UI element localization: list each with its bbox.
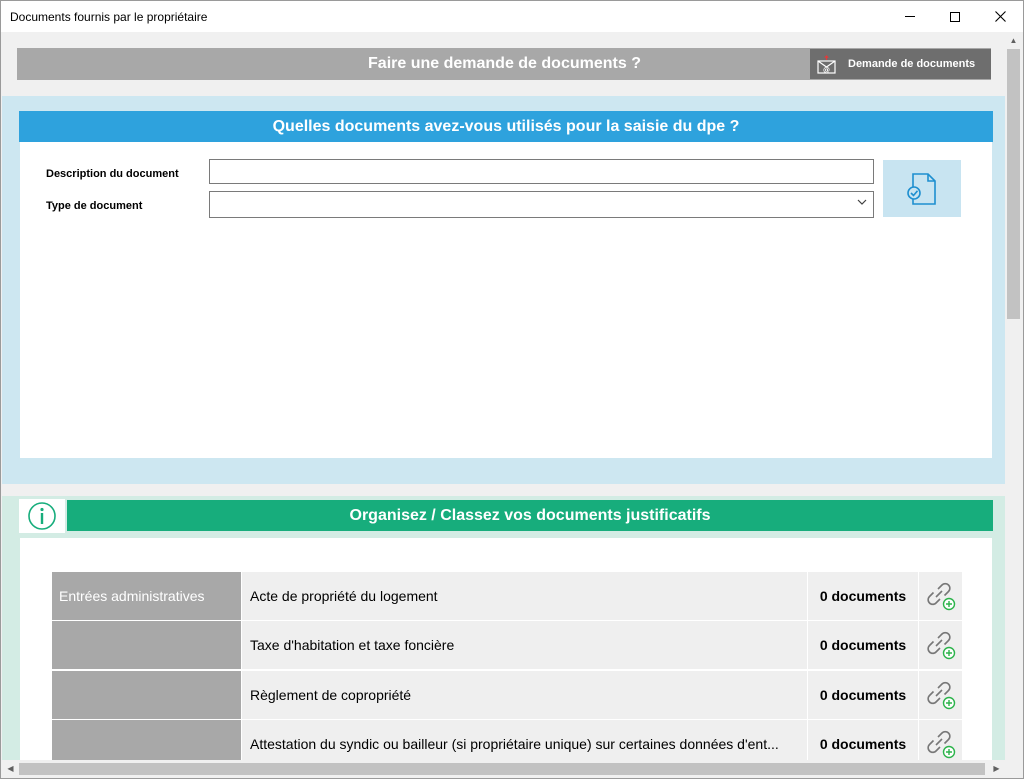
link-document-button[interactable] bbox=[919, 621, 962, 669]
content-area: Faire une demande de documents ? @ Deman… bbox=[2, 32, 1005, 760]
row-category bbox=[52, 621, 241, 669]
link-add-icon bbox=[926, 582, 955, 611]
request-documents-label: Demande de documents bbox=[848, 58, 976, 70]
description-label: Description du document bbox=[46, 168, 179, 180]
request-documents-button[interactable]: @ Demande de documents bbox=[810, 49, 991, 79]
minimize-icon bbox=[905, 16, 915, 17]
row-description: Règlement de copropriété bbox=[242, 671, 807, 719]
link-add-icon bbox=[926, 730, 955, 759]
table-row: Entrées administratives Acte de propriét… bbox=[52, 572, 962, 620]
table-row: Règlement de copropriété 0 documents bbox=[52, 671, 962, 719]
info-button[interactable] bbox=[19, 499, 65, 533]
horizontal-scroll-thumb[interactable] bbox=[19, 763, 985, 775]
link-document-button[interactable] bbox=[919, 720, 962, 760]
row-document-count: 0 documents bbox=[808, 572, 918, 620]
title-bar: Documents fournis par le propriétaire bbox=[1, 1, 1023, 32]
link-add-icon bbox=[926, 681, 955, 710]
panel-separator bbox=[2, 484, 1005, 496]
row-document-count: 0 documents bbox=[808, 720, 918, 760]
table-row: Attestation du syndic ou bailleur (si pr… bbox=[52, 720, 962, 760]
vertical-scroll-thumb[interactable] bbox=[1007, 49, 1020, 319]
row-description: Taxe d'habitation et taxe foncière bbox=[242, 621, 807, 669]
description-input[interactable] bbox=[209, 159, 874, 184]
mail-at-icon: @ bbox=[816, 55, 838, 74]
link-document-button[interactable] bbox=[919, 671, 962, 719]
scroll-up-icon[interactable]: ▲ bbox=[1005, 32, 1022, 49]
row-category bbox=[52, 671, 241, 719]
maximize-button[interactable] bbox=[932, 1, 978, 32]
row-description: Attestation du syndic ou bailleur (si pr… bbox=[242, 720, 807, 760]
used-documents-body bbox=[20, 142, 992, 458]
row-document-count: 0 documents bbox=[808, 671, 918, 719]
row-category bbox=[52, 720, 241, 760]
horizontal-scrollbar[interactable]: ◀ ▶ bbox=[2, 760, 1022, 778]
row-description: Acte de propriété du logement bbox=[242, 572, 807, 620]
close-icon bbox=[994, 11, 1006, 22]
row-document-count: 0 documents bbox=[808, 621, 918, 669]
used-documents-header: Quelles documents avez-vous utilisés pou… bbox=[19, 111, 993, 142]
scroll-left-icon[interactable]: ◀ bbox=[2, 760, 19, 778]
organize-header: Organisez / Classez vos documents justif… bbox=[67, 500, 993, 531]
table-row: Taxe d'habitation et taxe foncière 0 doc… bbox=[52, 621, 962, 669]
scroll-right-icon[interactable]: ▶ bbox=[988, 760, 1005, 778]
svg-text:@: @ bbox=[823, 66, 830, 74]
vertical-scrollbar[interactable]: ▲ bbox=[1005, 32, 1022, 760]
document-type-select[interactable] bbox=[209, 191, 874, 218]
close-button[interactable] bbox=[977, 1, 1023, 32]
document-type-label: Type de document bbox=[46, 200, 143, 212]
document-check-icon bbox=[907, 172, 936, 205]
minimize-button[interactable] bbox=[887, 1, 933, 32]
info-circle-icon bbox=[28, 502, 56, 530]
chevron-down-icon bbox=[857, 197, 867, 209]
window-title: Documents fournis par le propriétaire bbox=[10, 10, 208, 24]
add-document-button[interactable] bbox=[883, 160, 961, 217]
link-document-button[interactable] bbox=[919, 572, 962, 620]
maximize-icon bbox=[950, 11, 960, 22]
link-add-icon bbox=[926, 631, 955, 660]
window: Documents fournis par le propriétaire Fa… bbox=[0, 0, 1024, 779]
row-category: Entrées administratives bbox=[52, 572, 241, 620]
